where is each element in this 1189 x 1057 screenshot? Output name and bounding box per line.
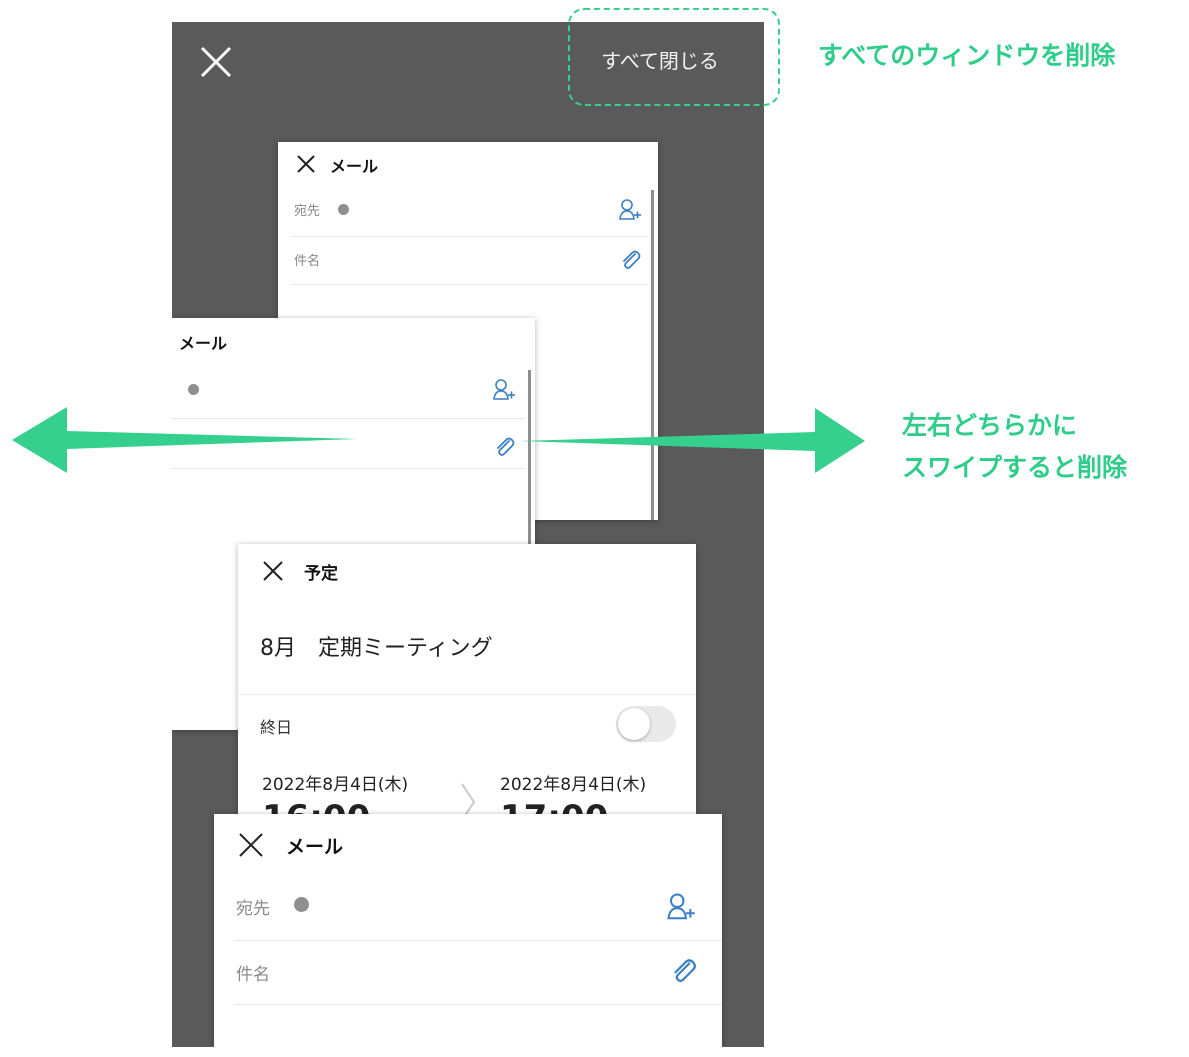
allday-toggle[interactable] xyxy=(616,706,676,742)
start-date[interactable]: 2022年8月4日(木) xyxy=(262,770,408,795)
paperclip-icon[interactable] xyxy=(492,435,516,459)
to-label: 宛先 xyxy=(236,899,270,919)
close-icon[interactable] xyxy=(238,832,264,858)
swipe-left-arrow-icon xyxy=(12,407,357,473)
close-icon[interactable] xyxy=(262,560,284,582)
add-contact-icon[interactable] xyxy=(666,892,696,922)
schedule-window-card[interactable]: 予定 8月 定期ミーティング 終日 2022年8月4日(木) 16:00 202… xyxy=(238,544,696,844)
window-title: 予定 xyxy=(304,564,338,584)
event-title: 8月 定期ミーティング xyxy=(260,636,493,661)
window-title: メール xyxy=(179,334,228,353)
add-contact-icon[interactable] xyxy=(492,378,516,402)
chevron-down-icon[interactable] xyxy=(294,897,309,912)
close-icon[interactable] xyxy=(198,44,234,80)
divider xyxy=(292,284,648,285)
paperclip-icon[interactable] xyxy=(618,248,642,272)
close-all-callout: すべてのウィンドウを削除 xyxy=(818,41,1116,70)
swipe-callout-line2: スワイプすると削除 xyxy=(902,453,1128,482)
divider xyxy=(234,940,722,941)
to-label: 宛先 xyxy=(294,204,321,219)
close-icon[interactable] xyxy=(296,154,316,174)
subject-label: 件名 xyxy=(236,965,270,985)
window-title: メール xyxy=(286,836,344,858)
swipe-callout-line1: 左右どちらかに xyxy=(902,411,1078,440)
mail-window-card-front[interactable]: メール 宛先 件名 xyxy=(214,814,722,1047)
toggle-knob xyxy=(618,708,650,740)
paperclip-icon[interactable] xyxy=(668,956,698,986)
close-all-highlight xyxy=(568,8,780,106)
add-contact-icon[interactable] xyxy=(618,198,642,222)
divider xyxy=(234,1004,722,1005)
swipe-right-arrow-icon xyxy=(520,408,865,473)
allday-label: 終日 xyxy=(260,718,293,737)
chevron-down-icon[interactable] xyxy=(188,384,199,395)
divider xyxy=(292,236,648,237)
subject-label: 件名 xyxy=(294,254,321,269)
window-title: メール xyxy=(330,157,379,176)
chevron-down-icon[interactable] xyxy=(338,204,349,215)
divider xyxy=(238,694,696,695)
end-date[interactable]: 2022年8月4日(木) xyxy=(500,770,646,795)
window-switcher-screen: すべて閉じる メール 宛先 件名 メール 予定 8月 定期ミーティング 終日 2… xyxy=(172,22,764,1047)
